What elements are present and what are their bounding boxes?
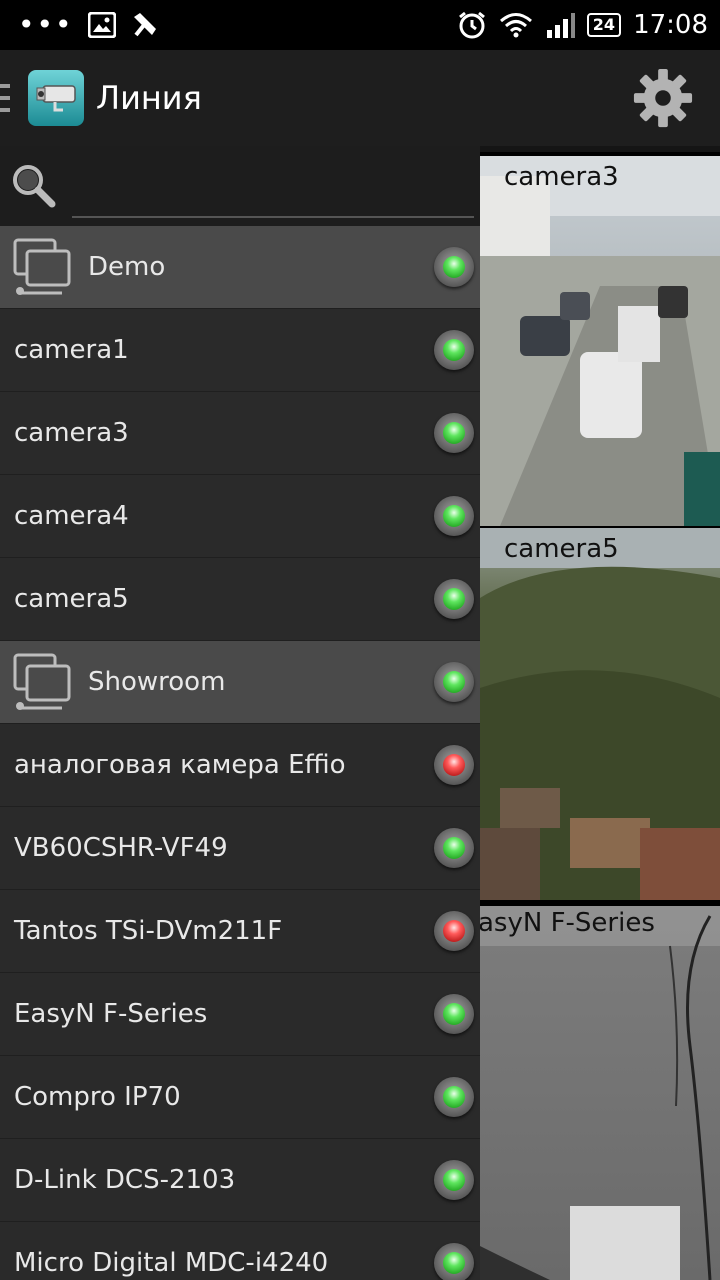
- camera-name: camera1: [14, 335, 129, 365]
- red-status-led-icon: [434, 911, 474, 951]
- camera-feed[interactable]: camera5: [480, 528, 720, 900]
- camera-row[interactable]: camera1: [0, 309, 480, 392]
- camera-name: Compro IP70: [14, 1082, 181, 1112]
- action-bar: Линия: [0, 50, 720, 146]
- feed-image: [480, 906, 720, 1280]
- green-status-led-icon: [434, 662, 474, 702]
- red-status-led-icon: [434, 745, 474, 785]
- camera-row[interactable]: D-Link DCS-2103: [0, 1139, 480, 1222]
- green-status-led-icon: [434, 828, 474, 868]
- search-bar: [0, 146, 480, 226]
- camera-group-row[interactable]: Demo: [0, 226, 480, 309]
- battery-level: 24: [586, 13, 622, 37]
- drawer-toggle-icon[interactable]: [0, 84, 10, 112]
- camera-name: EasyN F-Series: [14, 999, 208, 1029]
- clock: 17:08: [633, 10, 708, 40]
- green-status-led-icon: [434, 1243, 474, 1280]
- camera-name: camera3: [14, 418, 129, 448]
- camera-row[interactable]: Micro Digital MDC-i4240: [0, 1222, 480, 1280]
- camera-feeds-panel: camera3 camera5 asyN F-Series: [480, 146, 720, 1280]
- more-notifications-icon: •••: [18, 8, 74, 41]
- app-logo[interactable]: [28, 70, 84, 126]
- green-status-led-icon: [434, 496, 474, 536]
- green-status-led-icon: [434, 994, 474, 1034]
- camera-row[interactable]: Tantos TSi-DVm211F: [0, 890, 480, 973]
- camera-feed[interactable]: camera3: [480, 156, 720, 526]
- feed-caption: camera5: [504, 534, 619, 564]
- search-input[interactable]: [72, 158, 474, 218]
- camera-name: camera4: [14, 501, 129, 531]
- camera-row[interactable]: camera5: [0, 558, 480, 641]
- feed-caption: asyN F-Series: [480, 908, 655, 938]
- camera-group-row[interactable]: Showroom: [0, 641, 480, 724]
- green-status-led-icon: [434, 413, 474, 453]
- feed-divider: [480, 146, 720, 152]
- camera-row[interactable]: аналоговая камера Effio: [0, 724, 480, 807]
- camera-row[interactable]: camera3: [0, 392, 480, 475]
- green-status-led-icon: [434, 1160, 474, 1200]
- tools-icon: [133, 13, 156, 37]
- page-title: Линия: [96, 79, 202, 117]
- camera-row[interactable]: camera4: [0, 475, 480, 558]
- group-name: Demo: [88, 252, 166, 282]
- camera-name: D-Link DCS-2103: [14, 1165, 236, 1195]
- green-status-led-icon: [434, 1077, 474, 1117]
- status-right: 24 17:08: [457, 10, 720, 40]
- camera-name: Micro Digital MDC-i4240: [14, 1248, 329, 1278]
- camera-icon: [36, 85, 76, 112]
- camera-row[interactable]: EasyN F-Series: [0, 973, 480, 1056]
- status-bar: ••• 24 17:08: [0, 0, 720, 50]
- camera-group-icon: [13, 238, 71, 295]
- group-name: Showroom: [88, 667, 226, 697]
- settings-gear-icon[interactable]: [632, 67, 694, 129]
- signal-icon: [546, 13, 575, 38]
- green-status-led-icon: [434, 579, 474, 619]
- feed-caption: camera3: [504, 162, 619, 192]
- camera-name: VB60CSHR-VF49: [14, 833, 228, 863]
- feed-image: [480, 528, 720, 900]
- camera-name: camera5: [14, 584, 129, 614]
- search-icon: [13, 165, 56, 208]
- camera-name: Tantos TSi-DVm211F: [14, 916, 283, 946]
- wifi-icon: [499, 13, 532, 38]
- gallery-icon: [87, 12, 116, 38]
- alarm-icon: [458, 11, 485, 39]
- green-status-led-icon: [434, 247, 474, 287]
- green-status-led-icon: [434, 330, 474, 370]
- status-left: •••: [0, 11, 158, 39]
- camera-row[interactable]: VB60CSHR-VF49: [0, 807, 480, 890]
- camera-list-drawer: Demo camera1 camera3 camera4 camera5 Showroom…: [0, 146, 480, 1280]
- camera-name: аналоговая камера Effio: [14, 750, 346, 780]
- feed-image: [480, 156, 720, 526]
- camera-list: Demo camera1 camera3 camera4 camera5 Showroom…: [0, 226, 480, 1280]
- camera-feed[interactable]: asyN F-Series: [480, 906, 720, 1280]
- camera-group-icon: [13, 653, 71, 710]
- camera-row[interactable]: Compro IP70: [0, 1056, 480, 1139]
